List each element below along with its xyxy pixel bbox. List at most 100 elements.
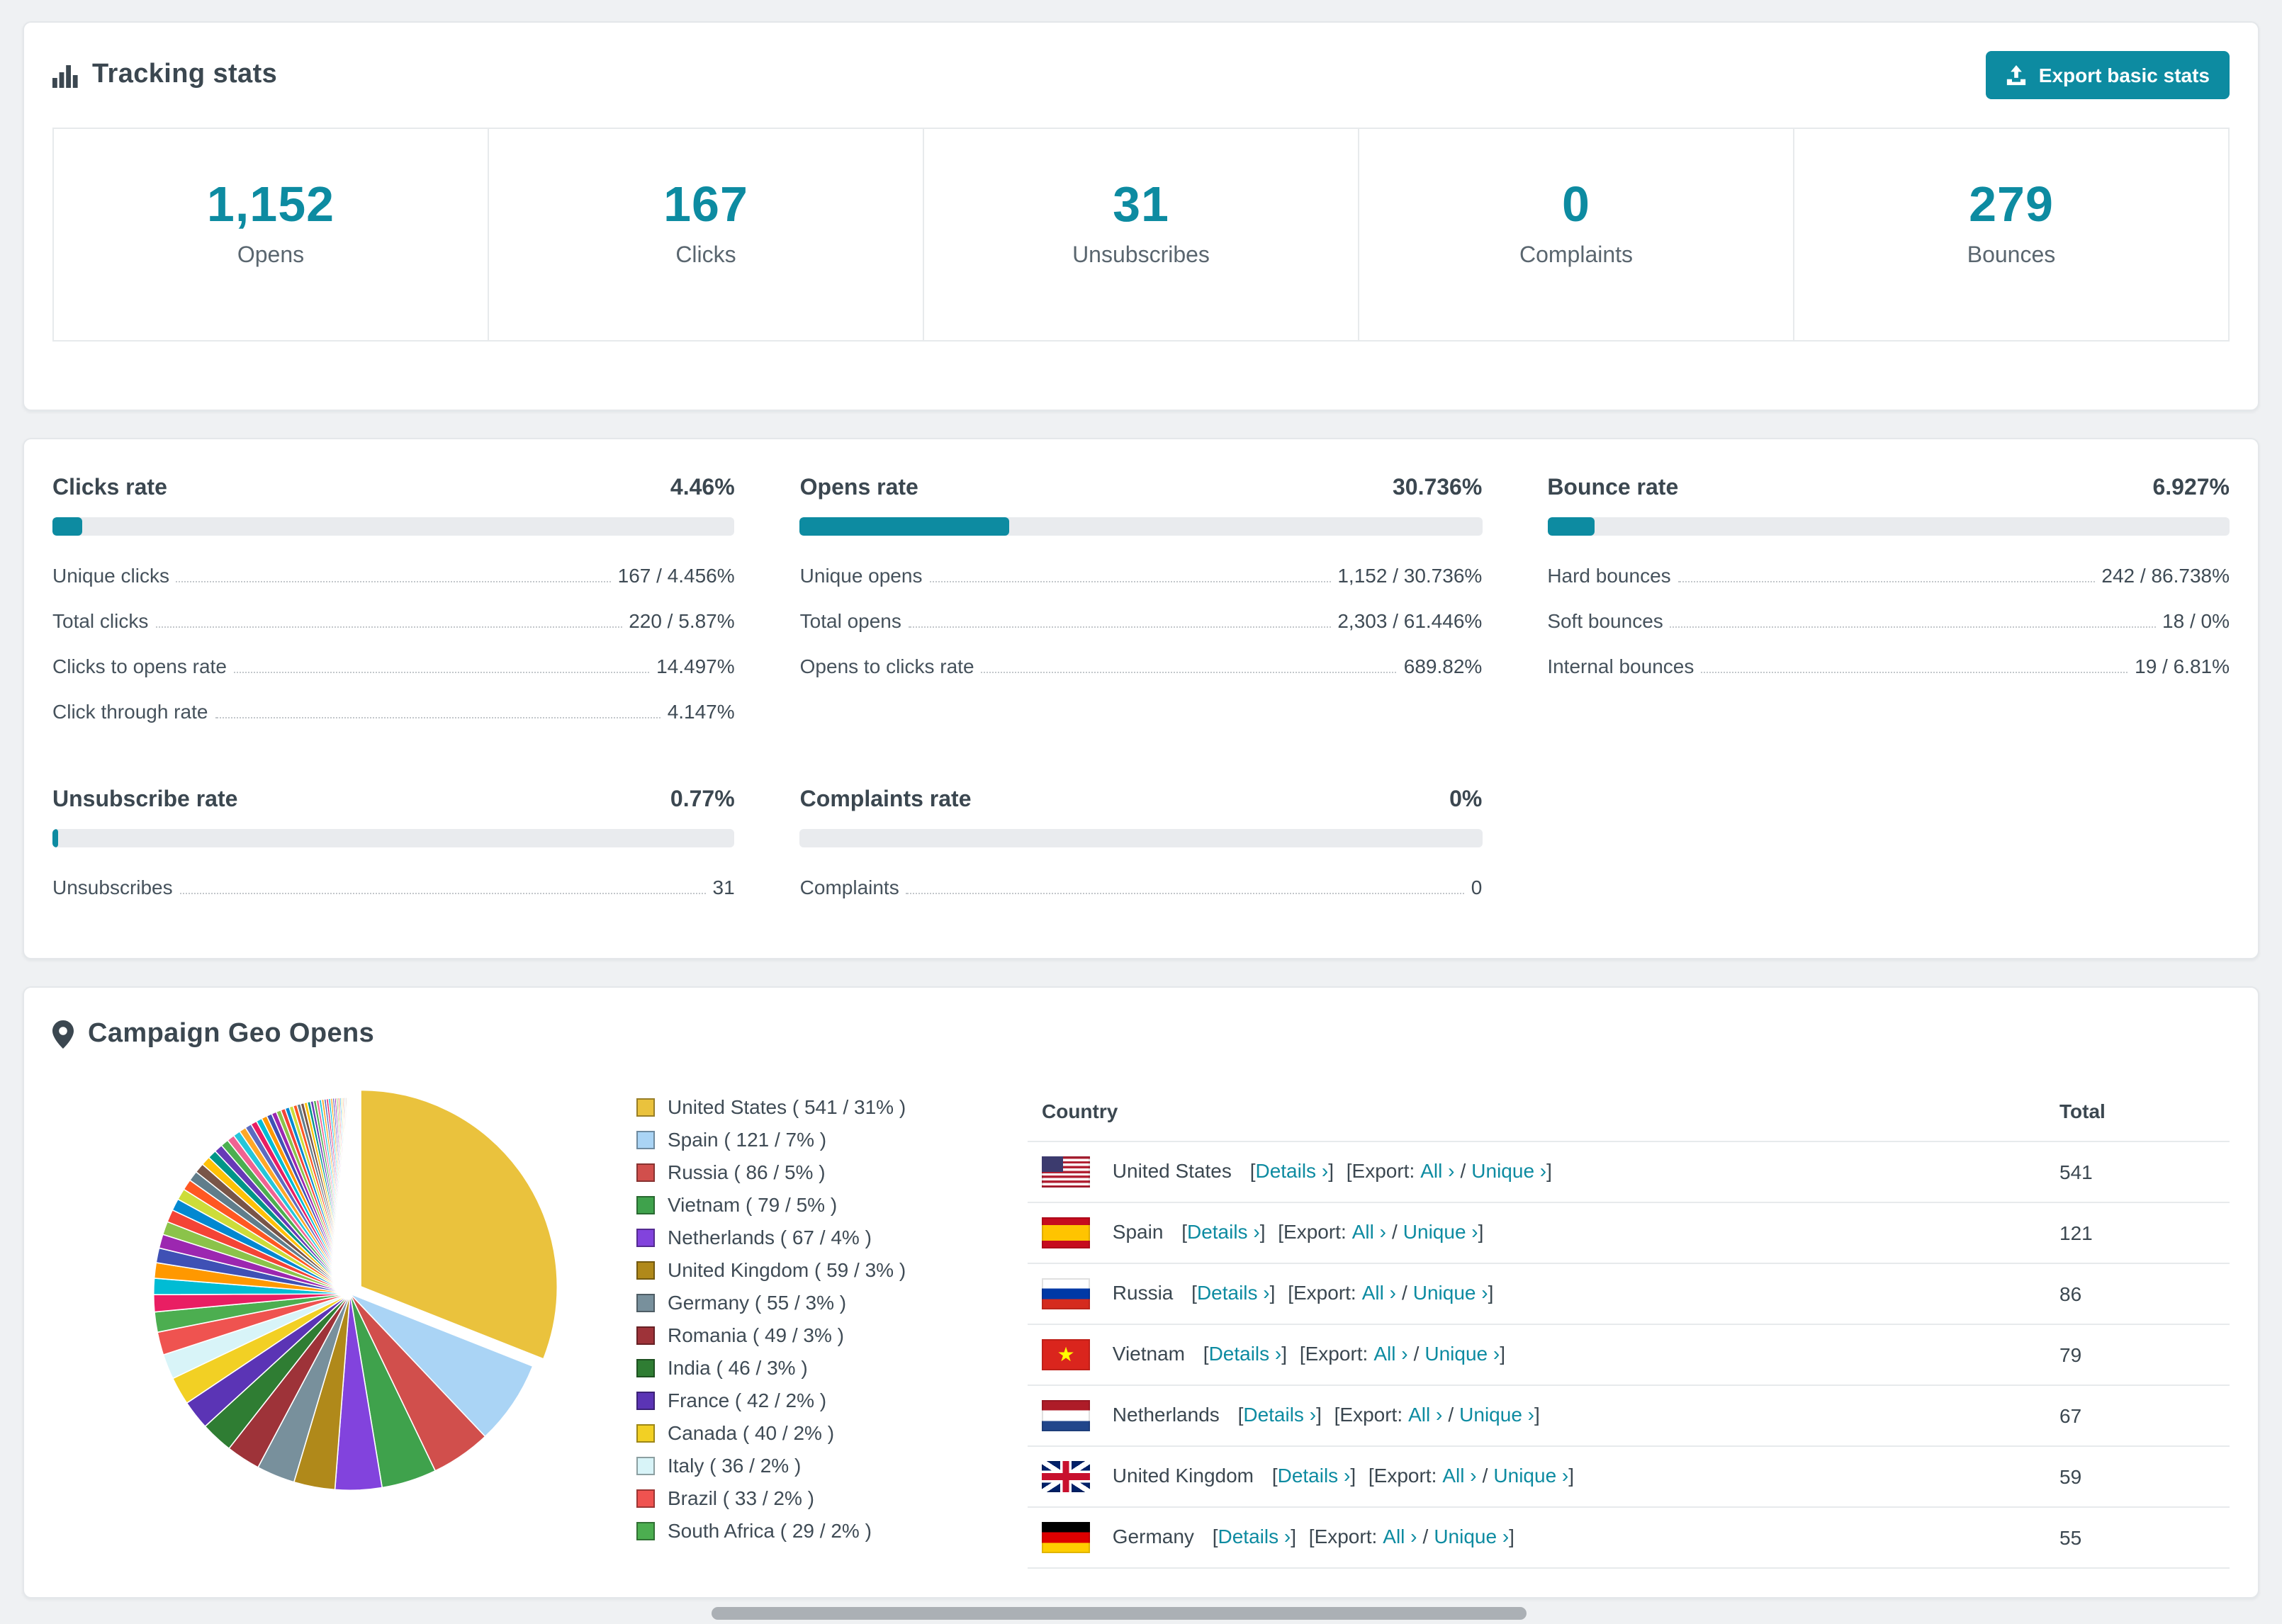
legend-item[interactable]: United Kingdom ( 59 / 3% )	[636, 1258, 962, 1281]
details-link[interactable]: Details ›	[1187, 1219, 1260, 1242]
rate-value: 0%	[1449, 788, 1483, 812]
export-button-label: Export basic stats	[2038, 64, 2210, 86]
complaints-rate-progressbar	[799, 829, 1483, 847]
details-group: [Details ›]	[1212, 1524, 1296, 1547]
export-unique-link[interactable]: Unique ›	[1471, 1158, 1546, 1181]
legend-item[interactable]: Canada ( 40 / 2% )	[636, 1421, 962, 1444]
stat-label: Bounces	[1967, 244, 2056, 268]
export-unique-link[interactable]: Unique ›	[1403, 1219, 1478, 1242]
details-link[interactable]: Details ›	[1209, 1341, 1282, 1364]
legend-item[interactable]: South Africa ( 29 / 2% )	[636, 1519, 962, 1542]
details-link[interactable]: Details ›	[1255, 1158, 1328, 1181]
legend-item[interactable]: France ( 42 / 2% )	[636, 1389, 962, 1411]
export-all-link[interactable]: All ›	[1420, 1158, 1454, 1181]
geo-card-title: Campaign Geo Opens	[88, 1019, 375, 1049]
details-link[interactable]: Details ›	[1197, 1280, 1270, 1303]
details-link[interactable]: Details ›	[1218, 1524, 1291, 1547]
unsubscribe-rate-progressbar	[52, 829, 735, 847]
rate-row: Internal bounces 19 / 6.81%	[1547, 643, 2230, 689]
rate-row: Complaints 0	[800, 864, 1483, 910]
country-flag-icon	[1042, 1217, 1090, 1248]
export-unique-link[interactable]: Unique ›	[1493, 1463, 1568, 1486]
export-unique-link[interactable]: Unique ›	[1459, 1402, 1534, 1425]
legend-item[interactable]: Brazil ( 33 / 2% )	[636, 1487, 962, 1509]
legend-item[interactable]: Russia ( 86 / 5% )	[636, 1161, 962, 1183]
legend-label: Spain ( 121 / 7% )	[668, 1128, 827, 1151]
export-unique-link[interactable]: Unique ›	[1434, 1524, 1509, 1547]
rate-title: Opens rate	[799, 476, 918, 500]
rate-head: Opens rate 30.736%	[800, 476, 1483, 502]
legend-item[interactable]: India ( 46 / 3% )	[636, 1356, 962, 1379]
dotted-leader	[179, 893, 706, 894]
legend-item[interactable]: Netherlands ( 67 / 4% )	[636, 1226, 962, 1248]
rate-row-label: Hard bounces	[1547, 564, 1671, 587]
country-flag-icon	[1042, 1461, 1090, 1492]
export-group: [Export: All › / Unique ›]	[1288, 1280, 1494, 1304]
rate-rows: Unsubscribes 31	[52, 864, 735, 910]
geo-legend: United States ( 541 / 31% ) Spain ( 121 …	[636, 1095, 962, 1552]
rate-row: Clicks to opens rate 14.497%	[52, 643, 735, 689]
legend-item[interactable]: Germany ( 55 / 3% )	[636, 1291, 962, 1314]
rate-block-complaints: Complaints rate 0% Complaints 0	[799, 788, 1483, 910]
rate-row: Soft bounces 18 / 0%	[1547, 598, 2230, 643]
legend-item[interactable]: United States ( 541 / 31% )	[636, 1095, 962, 1118]
legend-swatch	[636, 1261, 655, 1279]
export-separator: /	[1401, 1280, 1407, 1304]
legend-label: United Kingdom ( 59 / 3% )	[668, 1258, 906, 1281]
export-all-link[interactable]: All ›	[1408, 1402, 1442, 1425]
horizontal-scrollbar-thumb[interactable]	[712, 1607, 1527, 1620]
export-unique-link[interactable]: Unique ›	[1413, 1280, 1488, 1303]
country-name: Germany	[1112, 1524, 1194, 1547]
legend-item[interactable]: Spain ( 121 / 7% )	[636, 1128, 962, 1151]
rate-row-value: 4.147%	[667, 700, 735, 723]
country-name: Netherlands	[1112, 1402, 1220, 1426]
export-separator: /	[1422, 1524, 1429, 1547]
country-total: 59	[2045, 1445, 2230, 1507]
geo-table-row: United States [Details ›] [Export: All › /…	[1028, 1141, 2230, 1202]
rate-rows: Hard bounces 242 / 86.738% Soft bounces …	[1547, 553, 2230, 689]
export-all-link[interactable]: All ›	[1352, 1219, 1386, 1242]
legend-item[interactable]: Vietnam ( 79 / 5% )	[636, 1193, 962, 1216]
legend-label: Canada ( 40 / 2% )	[668, 1421, 835, 1444]
country-flag-icon	[1042, 1339, 1090, 1370]
export-all-link[interactable]: All ›	[1383, 1524, 1417, 1547]
country-column-header: Country	[1042, 1100, 1118, 1122]
rate-row-label: Click through rate	[52, 700, 208, 723]
legend-swatch	[636, 1489, 655, 1507]
legend-item[interactable]: Romania ( 49 / 3% )	[636, 1324, 962, 1346]
rate-title: Clicks rate	[52, 476, 167, 500]
country-total: 86	[2045, 1263, 2230, 1324]
clicks-rate-progressbar	[52, 517, 735, 536]
export-label: Export:	[1339, 1402, 1403, 1426]
rate-rows: Complaints 0	[800, 864, 1483, 910]
country-cell: Vietnam [Details ›] [Export:All ›/Unique…	[1028, 1324, 2045, 1385]
stat-cell: 0 Complaints	[1359, 129, 1794, 340]
legend-label: Germany ( 55 / 3% )	[668, 1291, 847, 1314]
export-group: [Export: All › / Unique ›]	[1368, 1463, 1575, 1487]
stat-cell: 167 Clicks	[489, 129, 924, 340]
country-total: 541	[2045, 1141, 2230, 1202]
rate-title: Complaints rate	[799, 788, 972, 812]
dotted-leader	[1677, 581, 2095, 582]
details-link[interactable]: Details ›	[1278, 1463, 1351, 1486]
rate-title: Bounce rate	[1547, 476, 1679, 500]
rate-head: Clicks rate 4.46%	[52, 476, 735, 502]
rate-rows: Unique clicks 167 / 4.456% Total clicks …	[52, 553, 735, 734]
country-total: 67	[2045, 1385, 2230, 1446]
legend-swatch	[636, 1195, 655, 1214]
export-all-link[interactable]: All ›	[1362, 1280, 1396, 1303]
rate-row-label: Complaints	[799, 876, 899, 898]
export-all-link[interactable]: All ›	[1373, 1341, 1407, 1364]
export-group: [Export: All › / Unique ›]	[1346, 1158, 1552, 1182]
details-link[interactable]: Details ›	[1243, 1402, 1316, 1425]
export-separator: /	[1482, 1463, 1488, 1487]
export-unique-link[interactable]: Unique ›	[1424, 1341, 1500, 1364]
export-basic-stats-button[interactable]: Export basic stats	[1986, 51, 2230, 99]
geo-opens-card: Campaign Geo Opens United States ( 541 /…	[23, 986, 2259, 1598]
legend-label: United States ( 541 / 31% )	[668, 1095, 906, 1118]
legend-item[interactable]: Italy ( 36 / 2% )	[636, 1454, 962, 1477]
export-all-link[interactable]: All ›	[1442, 1463, 1476, 1486]
export-label: Export:	[1305, 1341, 1368, 1365]
details-group: [Details ›]	[1181, 1219, 1266, 1243]
geo-opens-pie-chart[interactable]	[137, 1081, 563, 1506]
